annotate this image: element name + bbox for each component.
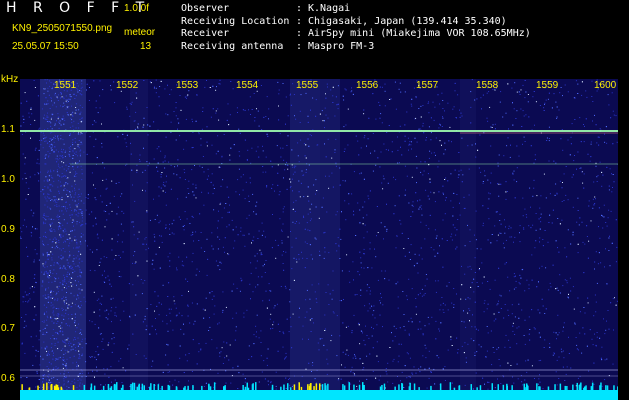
x-tick-label: 1600 xyxy=(594,80,617,91)
x-tick-label: 1555 xyxy=(296,80,319,91)
meteor-label: meteor xyxy=(124,27,156,38)
info-row-antenna: Receiving antenna : Maspro FM-3 xyxy=(181,41,531,54)
y-axis-unit: kHz xyxy=(1,74,19,85)
info-value: AirSpy mini (Miakejima VOR 108.65MHz) xyxy=(308,28,531,39)
x-tick-label: 1559 xyxy=(536,80,559,91)
x-tick-label: 1553 xyxy=(176,80,199,91)
info-value: K.Nagai xyxy=(308,3,351,14)
x-tick-label: 1551 xyxy=(54,80,77,91)
y-tick-label: 0.7 xyxy=(1,323,15,334)
info-sep: : xyxy=(296,40,303,52)
y-tick-label: 0.8 xyxy=(1,274,15,285)
x-tick-label: 1557 xyxy=(416,80,439,91)
y-tick-label: 1.1 xyxy=(1,124,15,135)
info-key: Receiving Location xyxy=(181,15,290,27)
capture-datetime: 25.05.07 15:50 xyxy=(12,41,79,52)
app-version: 1.0.0f xyxy=(124,3,150,14)
header-panel: H R O F F T 1.0.0f KN9_2505071550.png me… xyxy=(0,0,629,72)
y-tick-label: 1.0 xyxy=(1,174,15,185)
y-tick-label: 0.9 xyxy=(1,224,15,235)
x-tick-label: 1556 xyxy=(356,80,379,91)
info-row-receiver: Receiver : AirSpy mini (Miakejima VOR 10… xyxy=(181,28,531,41)
x-tick-label: 1558 xyxy=(476,80,499,91)
y-tick-label: 0.6 xyxy=(1,373,15,384)
info-value: Chigasaki, Japan (139.414 35.340) xyxy=(308,15,507,27)
image-filename: KN9_2505071550.png xyxy=(12,23,113,34)
meteor-count: 13 xyxy=(140,41,152,52)
info-row-location: Receiving Location : Chigasaki, Japan (1… xyxy=(181,16,531,29)
info-key: Receiver xyxy=(181,28,230,39)
spectrogram-plot xyxy=(20,79,618,400)
info-sep: : xyxy=(296,28,303,39)
info-value: Maspro FM-3 xyxy=(308,40,375,52)
spectrogram-canvas xyxy=(20,79,618,400)
info-sep: : xyxy=(296,3,303,14)
x-tick-label: 1554 xyxy=(236,80,259,91)
info-key: Receiving antenna xyxy=(181,40,284,52)
station-info: Observer : K.Nagai Receiving Location : … xyxy=(181,3,531,53)
info-sep: : xyxy=(296,15,303,27)
x-tick-label: 1552 xyxy=(116,80,139,91)
info-key: Observer xyxy=(181,3,230,14)
info-row-observer: Observer : K.Nagai xyxy=(181,3,531,16)
